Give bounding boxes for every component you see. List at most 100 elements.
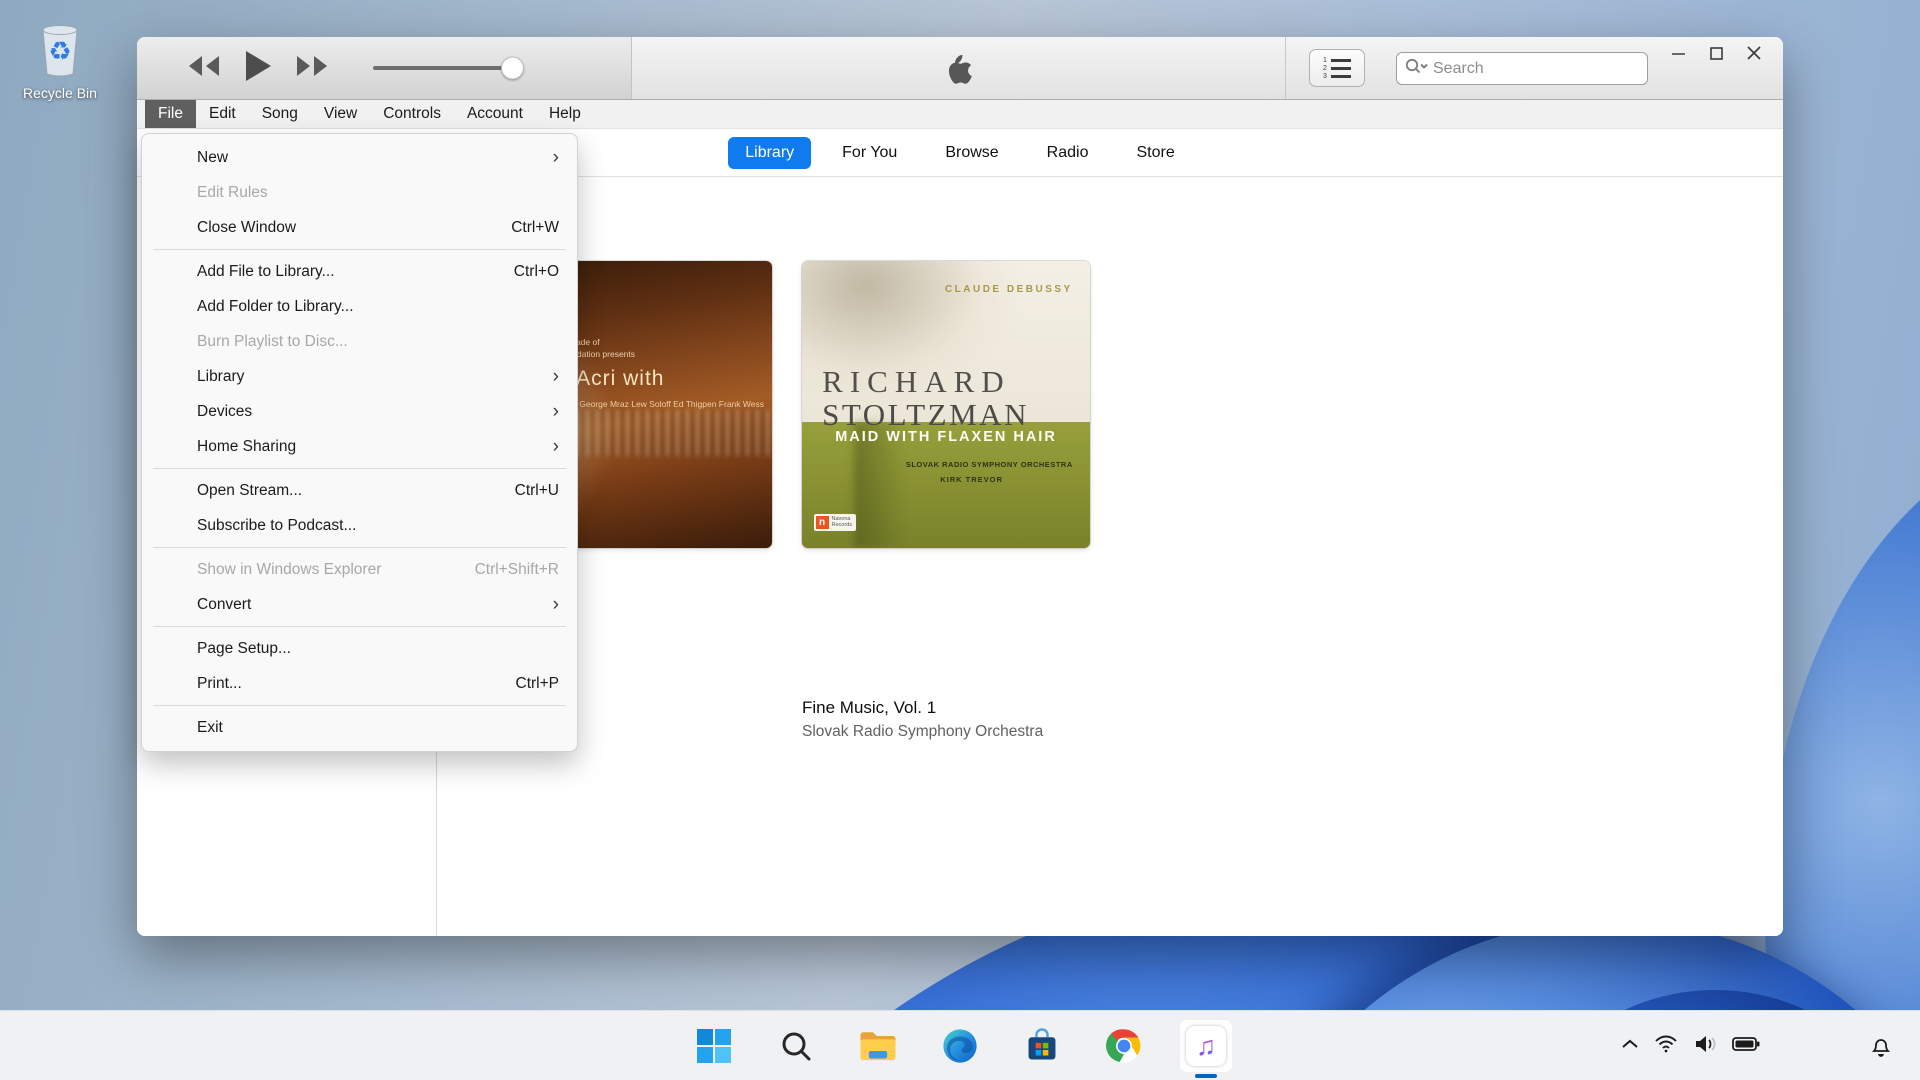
menu-item-shortcut: Ctrl+U xyxy=(515,482,559,500)
album-caption: Fine Music, Vol. 1 Slovak Radio Symphony… xyxy=(802,698,1043,741)
album-art-text: CLAUDE DEBUSSY xyxy=(945,284,1073,295)
notifications-bell-icon[interactable] xyxy=(1870,1011,1892,1080)
search-icon xyxy=(1405,58,1429,79)
file-menu-item-burn-playlist-to-disc: Burn Playlist to Disc... xyxy=(142,324,577,359)
menu-item-label: Burn Playlist to Disc... xyxy=(197,333,559,351)
menubar-item-song[interactable]: Song xyxy=(249,100,311,128)
menu-item-shortcut: Ctrl+Shift+R xyxy=(475,561,559,579)
file-menu-item-exit[interactable]: Exit xyxy=(142,710,577,745)
menu-item-label: Subscribe to Podcast... xyxy=(197,517,559,535)
minimize-button[interactable] xyxy=(1659,39,1697,67)
tab-store[interactable]: Store xyxy=(1119,137,1191,169)
file-dropdown-menu: New›Edit RulesClose WindowCtrl+WAdd File… xyxy=(141,133,578,752)
battery-icon[interactable] xyxy=(1732,1036,1760,1057)
file-menu-item-show-in-windows-explorer: Show in Windows ExplorerCtrl+Shift+R xyxy=(142,552,577,587)
chevron-right-icon: › xyxy=(553,402,559,421)
album-artist-link[interactable]: Slovak Radio Symphony Orchestra xyxy=(802,723,1043,741)
menubar-item-edit[interactable]: Edit xyxy=(196,100,249,128)
taskbar-icon-search[interactable] xyxy=(769,1019,823,1073)
tab-library[interactable]: Library xyxy=(728,137,811,169)
wifi-icon[interactable] xyxy=(1654,1034,1678,1059)
file-menu-item-print[interactable]: Print...Ctrl+P xyxy=(142,666,577,701)
tab-for-you[interactable]: For You xyxy=(825,137,914,169)
volume-track[interactable] xyxy=(373,66,523,70)
recycle-bin-label: Recycle Bin xyxy=(14,85,106,101)
volume-knob[interactable] xyxy=(501,57,524,80)
menu-item-label: Convert xyxy=(197,596,553,614)
menubar-item-controls[interactable]: Controls xyxy=(370,100,454,128)
album-art-text: KIRK TREVOR xyxy=(940,475,1003,484)
recycle-bin-shortcut[interactable]: ♻ Recycle Bin xyxy=(14,16,106,101)
menu-item-shortcut: Ctrl+P xyxy=(516,675,560,693)
search-box[interactable] xyxy=(1396,52,1648,85)
file-menu-item-devices[interactable]: Devices› xyxy=(142,394,577,429)
album-art-fine-music: CLAUDE DEBUSSY RICHARD STOLTZMAN MAID WI… xyxy=(802,261,1090,548)
numbered-list-icon: 1 2 3 xyxy=(1323,58,1351,79)
tab-browse[interactable]: Browse xyxy=(928,137,1015,169)
tab-radio[interactable]: Radio xyxy=(1030,137,1106,169)
menu-item-label: New xyxy=(197,149,553,167)
system-tray xyxy=(1621,1011,1760,1080)
menu-item-label: Exit xyxy=(197,719,559,737)
menubar-item-help[interactable]: Help xyxy=(536,100,594,128)
fast-forward-button[interactable] xyxy=(295,55,329,82)
menu-separator xyxy=(153,705,566,706)
menu-item-label: Open Stream... xyxy=(197,482,515,500)
play-button[interactable] xyxy=(245,51,271,86)
search-input[interactable] xyxy=(1433,60,1640,78)
rewind-button[interactable] xyxy=(187,55,221,82)
menu-item-label: Close Window xyxy=(197,219,511,237)
file-menu-item-home-sharing[interactable]: Home Sharing› xyxy=(142,429,577,464)
menu-item-label: Devices xyxy=(197,403,553,421)
toolbar-divider xyxy=(1285,37,1286,99)
album-art-text: SLOVAK RADIO SYMPHONY ORCHESTRA xyxy=(906,460,1073,469)
view-options-button[interactable]: 1 2 3 xyxy=(1309,49,1365,87)
taskbar-icon-chrome[interactable] xyxy=(1097,1019,1151,1073)
chevron-right-icon: › xyxy=(553,437,559,456)
file-menu-item-close-window[interactable]: Close WindowCtrl+W xyxy=(142,210,577,245)
recycle-bin-icon: ♻ xyxy=(31,65,89,82)
menu-item-shortcut: Ctrl+W xyxy=(511,219,559,237)
volume-icon[interactable] xyxy=(1693,1034,1717,1059)
menu-item-label: Add File to Library... xyxy=(197,263,514,281)
file-menu-item-edit-rules: Edit Rules xyxy=(142,175,577,210)
record-label-logo: n Navona Records xyxy=(814,514,856,531)
file-menu-item-add-file-to-library[interactable]: Add File to Library...Ctrl+O xyxy=(142,254,577,289)
album-title-link[interactable]: Fine Music, Vol. 1 xyxy=(802,698,1043,718)
menu-item-label: Print... xyxy=(197,675,516,693)
taskbar-app-icons: ♫ xyxy=(687,1011,1233,1080)
file-menu-item-open-stream[interactable]: Open Stream...Ctrl+U xyxy=(142,473,577,508)
taskbar-icon-edge[interactable] xyxy=(933,1019,987,1073)
volume-slider[interactable] xyxy=(373,66,523,70)
menu-item-label: Edit Rules xyxy=(197,184,559,202)
itunes-toolbar: 1 2 3 xyxy=(137,37,1783,100)
file-menu-item-new[interactable]: New› xyxy=(142,140,577,175)
chevron-right-icon: › xyxy=(553,367,559,386)
file-menu-item-convert[interactable]: Convert› xyxy=(142,587,577,622)
menu-separator xyxy=(153,468,566,469)
menu-separator xyxy=(153,547,566,548)
taskbar-icon-microsoft-store[interactable] xyxy=(1015,1019,1069,1073)
file-menu-item-page-setup[interactable]: Page Setup... xyxy=(142,631,577,666)
playback-section xyxy=(137,37,632,99)
taskbar-icon-file-explorer[interactable] xyxy=(851,1019,905,1073)
taskbar: ♫ xyxy=(0,1010,1920,1080)
chevron-right-icon: › xyxy=(553,595,559,614)
taskbar-icon-itunes[interactable]: ♫ xyxy=(1179,1019,1233,1073)
menu-separator xyxy=(153,626,566,627)
album-art-text: MAID WITH FLAXEN HAIR xyxy=(802,429,1090,445)
menubar-item-file[interactable]: File xyxy=(145,100,196,128)
maximize-button[interactable] xyxy=(1697,39,1735,67)
menubar-item-view[interactable]: View xyxy=(311,100,370,128)
taskbar-icon-start[interactable] xyxy=(687,1019,741,1073)
close-button[interactable] xyxy=(1735,39,1773,67)
svg-text:♻: ♻ xyxy=(48,36,71,66)
menu-item-shortcut: Ctrl+O xyxy=(514,263,559,281)
file-menu-item-library[interactable]: Library› xyxy=(142,359,577,394)
menu-item-label: Page Setup... xyxy=(197,640,559,658)
chevron-up-icon[interactable] xyxy=(1621,1037,1639,1055)
file-menu-item-add-folder-to-library[interactable]: Add Folder to Library... xyxy=(142,289,577,324)
menubar-item-account[interactable]: Account xyxy=(454,100,536,128)
album-tile-fine-music[interactable]: CLAUDE DEBUSSY RICHARD STOLTZMAN MAID WI… xyxy=(802,261,1090,548)
file-menu-item-subscribe-to-podcast[interactable]: Subscribe to Podcast... xyxy=(142,508,577,543)
